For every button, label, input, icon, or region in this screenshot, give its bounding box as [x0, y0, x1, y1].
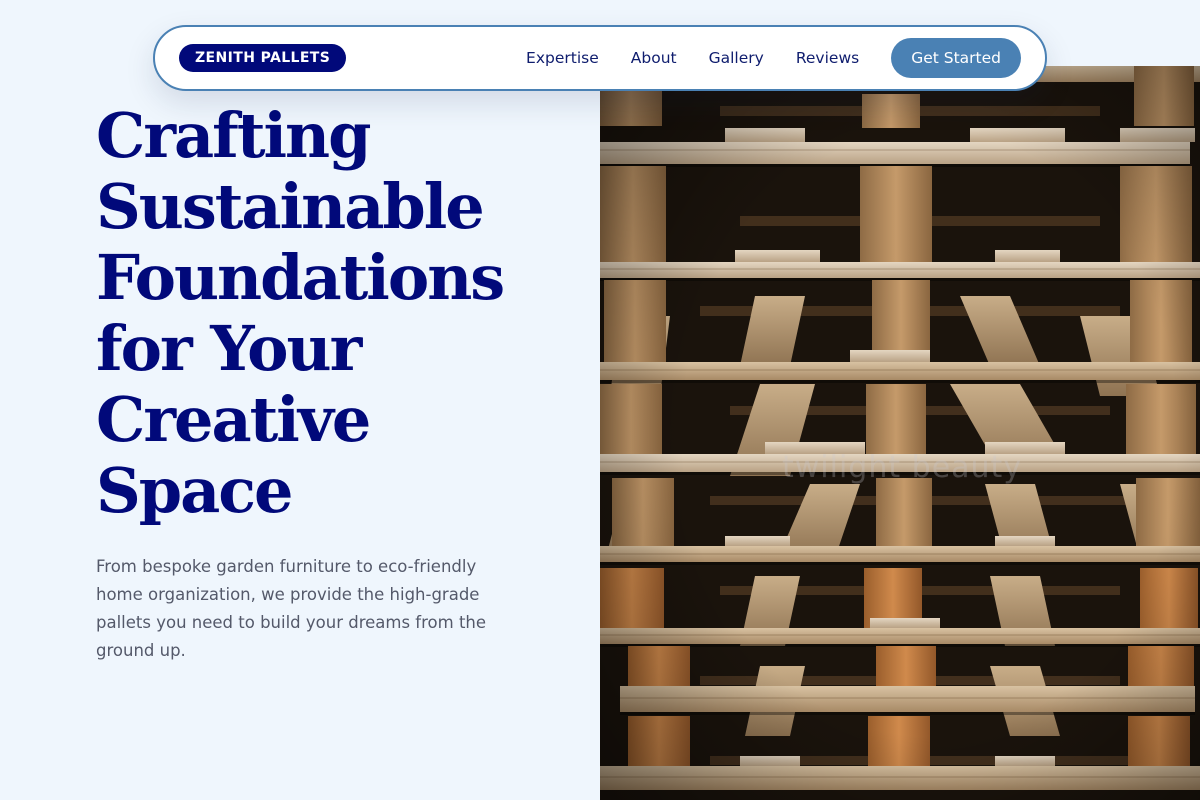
nav-link-about[interactable]: About	[631, 49, 677, 67]
hero-title: Crafting Sustainable Foundations for You…	[96, 100, 586, 526]
hero-subtitle: From bespoke garden furniture to eco-fri…	[96, 557, 487, 660]
navbar: ZENITH PALLETS Expertise About Gallery R…	[153, 25, 1047, 91]
nav-links: Expertise About Gallery Reviews	[526, 49, 859, 67]
get-started-button[interactable]: Get Started	[891, 38, 1021, 78]
pallet-stack-illustration	[600, 66, 1200, 800]
nav-link-gallery[interactable]: Gallery	[709, 49, 764, 67]
hero-title-line: Crafting	[96, 99, 371, 172]
hero-title-line: Sustainable	[96, 170, 485, 243]
brand-logo[interactable]: ZENITH PALLETS	[179, 44, 347, 72]
hero-image: twilight beauty	[600, 66, 1200, 800]
hero-title-line: Creative	[96, 383, 371, 456]
hero-title-line: Space	[96, 454, 294, 527]
hero-title-line: Foundations	[96, 241, 505, 314]
nav-link-reviews[interactable]: Reviews	[796, 49, 859, 67]
hero-title-line: for Your	[96, 312, 362, 385]
nav-link-expertise[interactable]: Expertise	[526, 49, 599, 67]
